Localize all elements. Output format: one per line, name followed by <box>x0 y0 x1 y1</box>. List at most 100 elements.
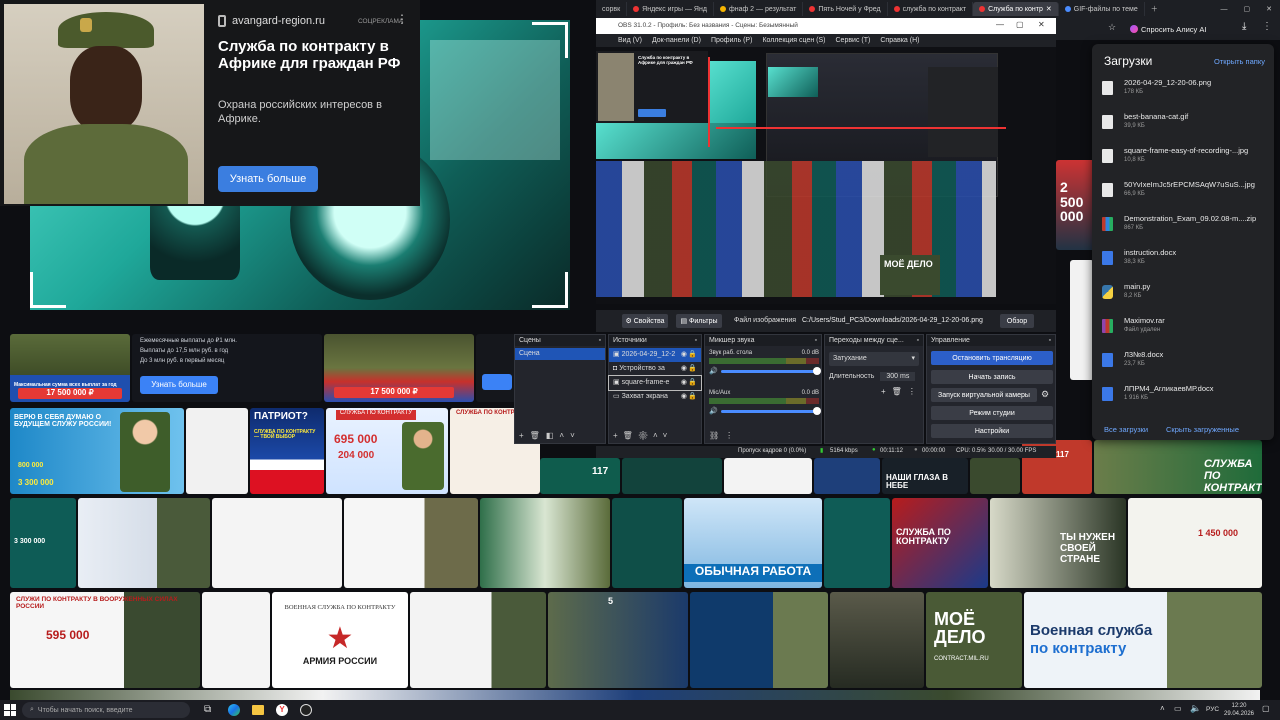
image-result[interactable]: 2 500 000 <box>1056 160 1096 250</box>
speaker-icon[interactable]: 🔊 <box>709 407 718 415</box>
image-result[interactable]: СЛУЖБА ПО КОНТРАКТУ <box>892 498 988 588</box>
image-result[interactable] <box>476 334 516 402</box>
obs-icon[interactable] <box>300 704 312 716</box>
add-icon[interactable]: + <box>613 431 623 440</box>
menu-item[interactable]: Коллекция сцен (S) <box>762 37 825 44</box>
learn-more-button[interactable]: Узнать больше <box>140 376 218 394</box>
filters-button[interactable]: ▤ Фильтры <box>676 314 722 328</box>
image-result[interactable]: ВЕРЮ В СЕБЯ ДУМАЮ О БУДУЩЕМ СЛУЖУ РОССИИ… <box>10 408 184 494</box>
all-downloads-link[interactable]: Все загрузки <box>1104 425 1148 434</box>
eye-icon[interactable]: ◉ <box>681 348 687 362</box>
obs-preview[interactable]: Служба по контракту в Африке для граждан… <box>596 47 1056 304</box>
window-maximize-icon[interactable]: ▢ <box>1236 5 1259 13</box>
clock[interactable]: 12:20 29.04.2026 <box>1222 702 1256 718</box>
notifications-icon[interactable]: ▢ <box>1262 704 1270 713</box>
browser-tab[interactable]: сорвк <box>596 2 628 16</box>
network-icon[interactable]: ▭ <box>1174 704 1182 713</box>
image-result[interactable]: 1 450 000 <box>1128 498 1262 588</box>
link-icon[interactable]: ⛓ <box>709 431 725 440</box>
menu-item[interactable]: Док-панели (D) <box>652 37 701 44</box>
add-icon[interactable]: + <box>881 387 892 396</box>
more-icon[interactable]: ⋮ <box>908 387 922 396</box>
window-minimize-icon[interactable]: — <box>1213 6 1236 13</box>
virtual-camera-button[interactable]: Запуск виртуальной камеры <box>931 388 1037 402</box>
image-result[interactable] <box>410 592 546 688</box>
new-tab-icon[interactable]: ＋ <box>1145 4 1164 14</box>
window-minimize-icon[interactable]: — <box>996 20 1004 29</box>
trash-icon[interactable]: 🗑 <box>530 431 546 440</box>
source-item[interactable]: ▣ square-frame-e ◉ 🔒 <box>608 375 702 391</box>
browser-tab[interactable]: GIF-файлы по теме <box>1059 2 1145 16</box>
source-item[interactable]: ◘ Устройство за ◉ 🔒 <box>609 362 701 376</box>
download-item[interactable]: ЛПРМ4_АгликаевМР.docx 1 916 КБ <box>1102 384 1270 414</box>
image-result[interactable]: Ежемесячные выплаты до ₽1 млн. Выплаты д… <box>132 334 322 402</box>
lock-icon[interactable]: 🔒 <box>688 348 697 362</box>
task-view-icon[interactable]: ⧉ <box>204 704 211 715</box>
download-item[interactable]: instruction.docx 38,3 КБ <box>1102 248 1270 278</box>
download-item[interactable]: square-frame-easy-of-recording-...jpg 10,… <box>1102 146 1270 176</box>
download-item[interactable]: best-banana-cat.gif 39,9 КБ <box>1102 112 1270 142</box>
volume-icon[interactable]: 🔈 <box>1190 703 1201 714</box>
image-result[interactable] <box>622 458 722 494</box>
explorer-icon[interactable] <box>252 705 264 715</box>
scene-item[interactable]: Сцена <box>515 348 605 360</box>
image-result[interactable] <box>78 498 210 588</box>
hide-downloaded-link[interactable]: Скрыть загруженные <box>1166 425 1239 434</box>
browser-tab-active[interactable]: Служба по контр ✕ <box>973 2 1059 16</box>
taskbar-search[interactable]: ⌕ Чтобы начать поиск, введите <box>22 702 190 718</box>
window-close-icon[interactable]: ✕ <box>1038 20 1045 29</box>
down-icon[interactable]: ˅ <box>570 431 581 440</box>
image-result[interactable]: СЛУЖБА ПО КОНТРАКТУ <box>1094 440 1262 494</box>
language-indicator[interactable]: РУС <box>1206 706 1219 713</box>
image-result[interactable]: 3 300 000 <box>10 498 76 588</box>
volume-slider[interactable] <box>720 366 821 375</box>
menu-item[interactable]: Профиль (P) <box>711 37 753 44</box>
chevron-up-icon[interactable]: ˄ <box>1160 704 1165 713</box>
image-result[interactable] <box>212 498 342 588</box>
image-result[interactable]: СЛУЖБА ПО КОНТРАКТУ 695 000 204 000 <box>326 408 448 494</box>
config-icon[interactable]: ◧ <box>546 431 560 440</box>
ad-title[interactable]: Служба по контракту в Африке для граждан… <box>218 38 414 72</box>
dock-float-icon[interactable]: ▫ <box>599 337 601 344</box>
more-icon[interactable]: ⋮ <box>396 12 408 26</box>
image-result[interactable]: НАШИ ГЛАЗА В НЕБЕ <box>882 458 968 494</box>
window-close-icon[interactable]: ✕ <box>1258 5 1280 13</box>
image-result[interactable] <box>612 498 682 588</box>
downloads-icon[interactable]: ⤓ <box>1242 21 1246 32</box>
image-result[interactable]: ПАТРИОТ? СЛУЖБА ПО КОНТРАКТУ — ТВОЙ ВЫБО… <box>250 408 324 494</box>
image-result[interactable]: 17 500 000 ₽ <box>324 334 474 402</box>
open-folder-link[interactable]: Открыть папку <box>1214 57 1265 66</box>
download-item[interactable]: 50YvIxeImJc5rEPCMSAqW7uSuS...jpg 66,9 КБ <box>1102 180 1270 210</box>
image-result[interactable] <box>186 408 248 494</box>
browser-tab[interactable]: Пять Ночей у Фред <box>803 2 888 16</box>
browser-tab[interactable]: фнаф 2 — результат <box>714 2 804 16</box>
gear-icon[interactable]: ⚙ <box>1041 389 1049 400</box>
image-result[interactable] <box>814 458 880 494</box>
image-result[interactable]: ВОЕННАЯ СЛУЖБА ПО КОНТРАКТУ ★ АРМИЯ РОСС… <box>272 592 408 688</box>
more-icon[interactable]: ⋮ <box>725 431 739 440</box>
browser-tab[interactable]: Яндекс игры — Янд <box>627 2 714 16</box>
file-path-field[interactable]: C:/Users/Stud_PC3/Downloads/2026-04-29_1… <box>802 317 983 324</box>
lock-icon[interactable]: 🔒 <box>688 390 697 404</box>
windows-start-icon[interactable] <box>4 704 16 716</box>
image-result[interactable] <box>1070 260 1094 380</box>
trash-icon[interactable]: 🗑 <box>623 431 638 440</box>
image-result[interactable] <box>690 592 828 688</box>
speaker-icon[interactable]: 🔊 <box>709 367 718 375</box>
edge-icon[interactable] <box>228 704 240 716</box>
eye-icon[interactable]: ◉ <box>681 376 687 390</box>
menu-item[interactable]: Сервис (T) <box>836 37 871 44</box>
image-result[interactable] <box>344 498 478 588</box>
image-result[interactable] <box>724 458 812 494</box>
add-icon[interactable]: + <box>519 431 530 440</box>
properties-button[interactable]: ⚙ Свойства <box>622 314 668 328</box>
image-result[interactable]: ТЫ НУЖЕН СВОЕЙ СТРАНЕ <box>990 498 1126 588</box>
image-result[interactable]: 5 <box>548 592 688 688</box>
image-result[interactable] <box>824 498 890 588</box>
dock-float-icon[interactable]: ▫ <box>695 337 697 344</box>
start-recording-button[interactable]: Начать запись <box>931 370 1053 384</box>
download-item[interactable]: 2026-04-29_12-20-06.png 178 КБ <box>1102 78 1270 108</box>
image-result[interactable]: Максимальная сумма всех выплат за год 17… <box>10 334 130 402</box>
image-result[interactable]: СЛУЖИ ПО КОНТРАКТУ В ВООРУЖЕННЫХ СИЛАХ Р… <box>10 592 200 688</box>
image-result[interactable] <box>480 498 610 588</box>
